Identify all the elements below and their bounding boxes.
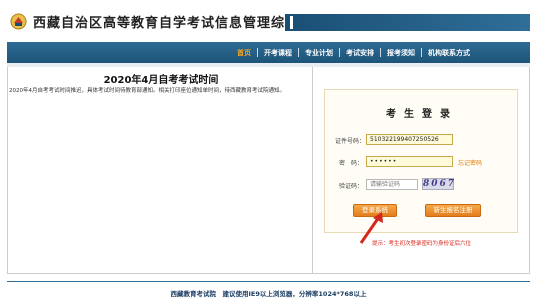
password-input[interactable]: ••••••: [366, 156, 453, 167]
captcha-label: 验证码：: [339, 183, 364, 190]
notice-title: 2020年4月自考考试时间: [103, 75, 219, 86]
nav-item-home[interactable]: 首页: [231, 48, 257, 58]
notice-body: 2020年4月自考考试时间推迟，具体考试时间待教育部通知。相关打印座位通知单时间…: [9, 88, 285, 94]
captcha-input[interactable]: 请输验证码: [366, 179, 418, 190]
id-number-label: 证件号码：: [335, 138, 366, 145]
main-nav: 首页 开考课程 专业计划 考试安排 报考须知 机构联系方式: [7, 42, 530, 63]
notice-panel: 2020年4月自考考试时间 2020年4月自考考试时间推迟，具体考试时间待教育部…: [7, 67, 313, 274]
login-panel: 考生登录 证件号码： 510322199407250526 密 码： •••••…: [313, 67, 530, 274]
nav-item-exam-schedule[interactable]: 考试安排: [340, 48, 380, 58]
footer-divider: [7, 281, 530, 282]
nav-item-contacts[interactable]: 机构联系方式: [422, 48, 476, 58]
login-card: 考生登录 证件号码： 510322199407250526 密 码： •••••…: [324, 89, 518, 233]
nav-item-registration-notes[interactable]: 报考须知: [381, 48, 421, 58]
login-title: 考生登录: [386, 109, 458, 120]
password-label: 密 码：: [339, 160, 364, 167]
header-banner: [285, 14, 530, 31]
site-title: 西藏自治区高等教育自学考试信息管理综合平台: [33, 16, 328, 31]
footer-text: 西藏教育考试院 建议使用IE9以上浏览器，分辨率1024*768以上: [170, 290, 367, 298]
id-number-input[interactable]: 510322199407250526: [366, 134, 453, 145]
logo-icon: [10, 13, 27, 30]
forgot-password-link[interactable]: 忘记密码: [458, 158, 482, 167]
nav-item-major-plan[interactable]: 专业计划: [299, 48, 339, 58]
nav-item-courses[interactable]: 开考课程: [258, 48, 298, 58]
login-hint: 提示：考生初次登录密码为身份证后六位: [371, 241, 471, 247]
captcha-image[interactable]: 8067: [422, 178, 454, 190]
register-button[interactable]: 新生报名注册: [425, 204, 481, 217]
